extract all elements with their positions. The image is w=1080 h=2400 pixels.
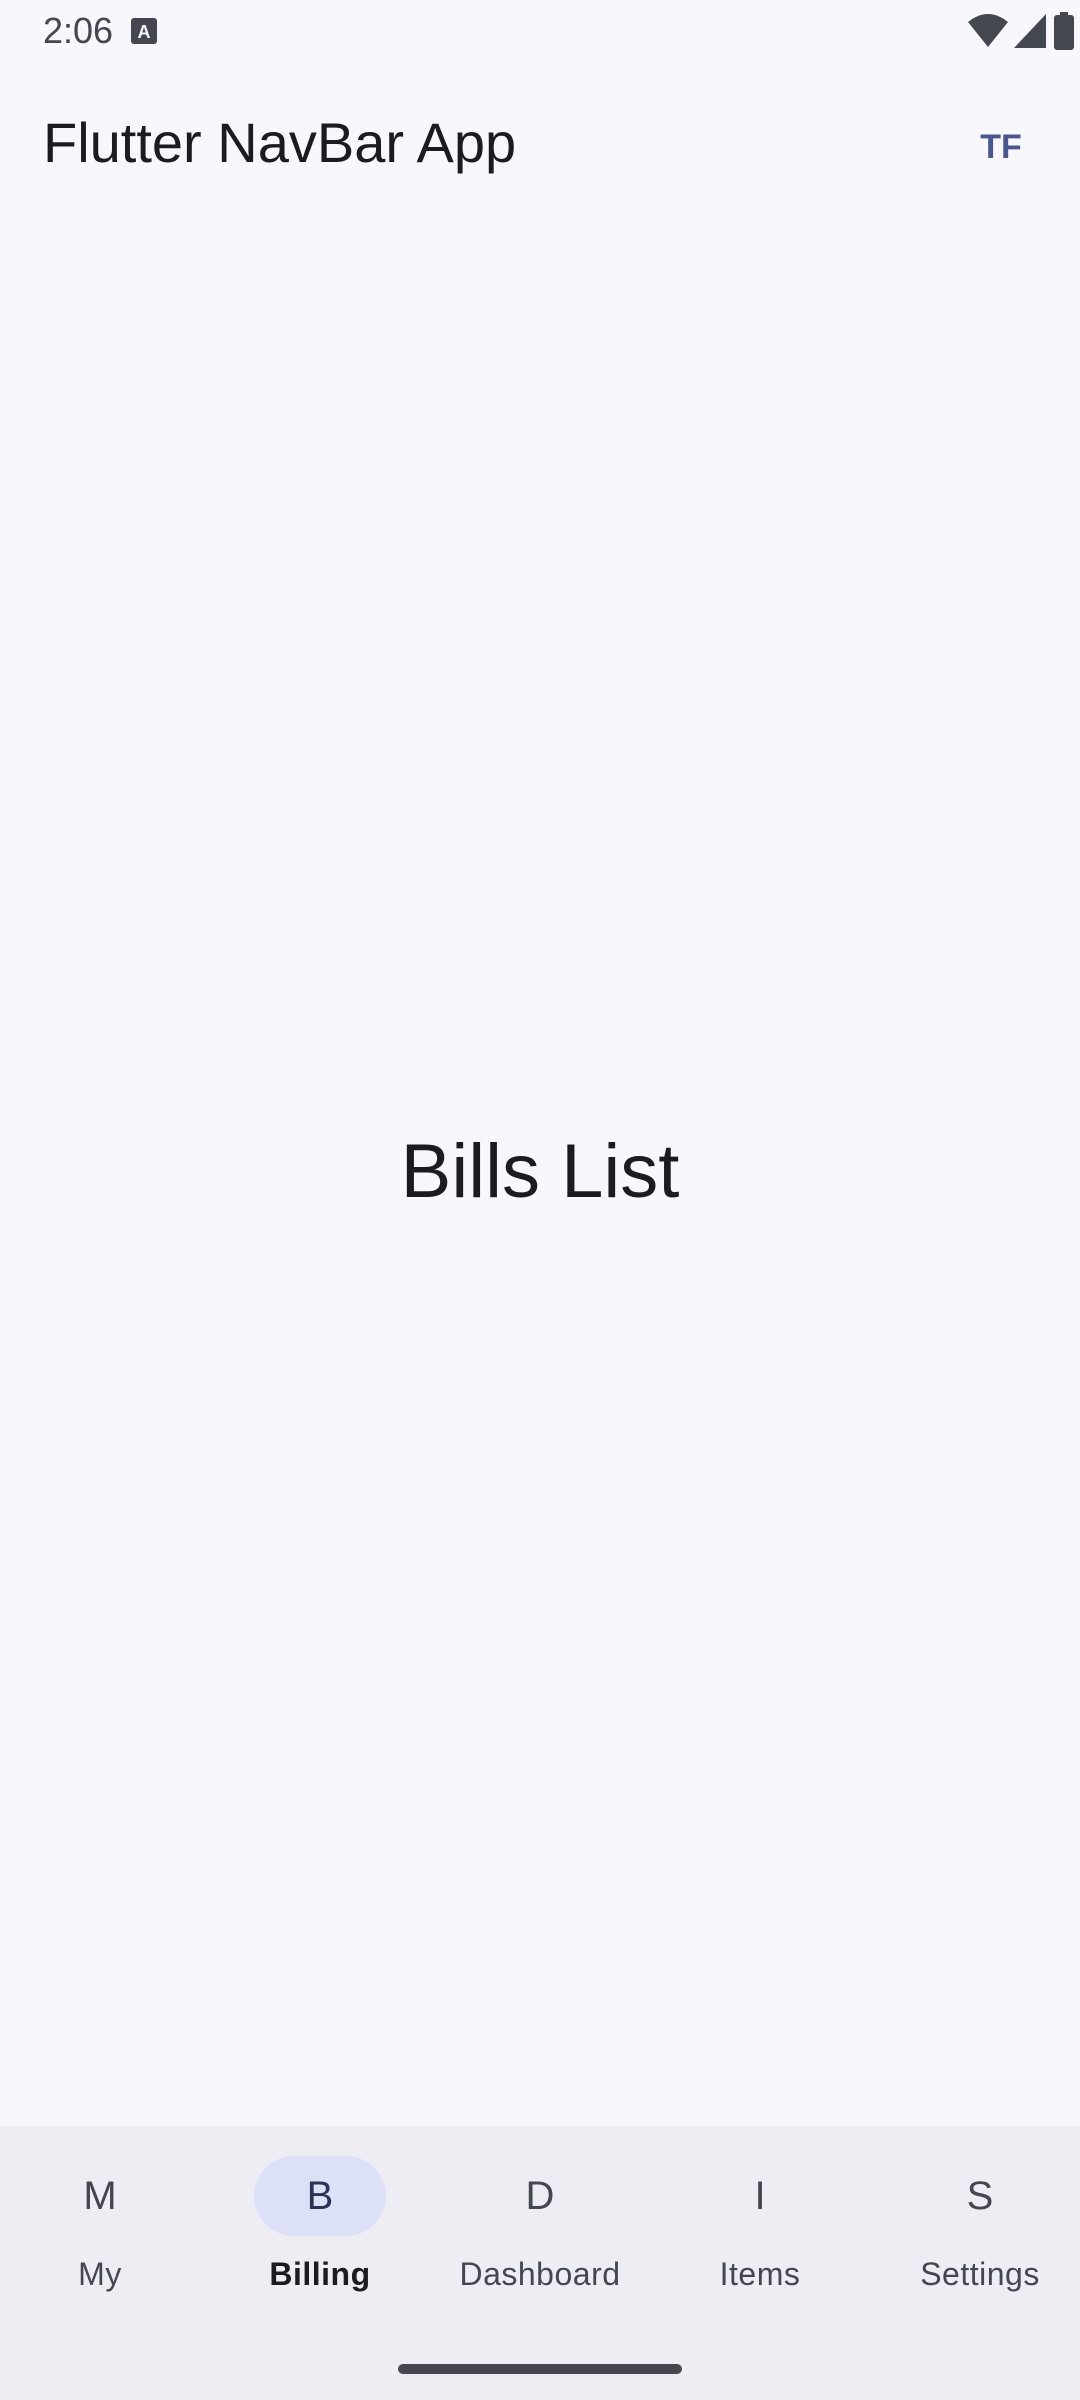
nav-item-items[interactable]: I Items [660,2156,860,2326]
wifi-icon [968,14,1008,47]
nav-item-icon: B [306,2174,334,2218]
app-bar: Flutter NavBar App TF [0,64,1080,232]
nav-item-label: Dashboard [459,2256,621,2292]
signal-icon [1014,14,1046,48]
app-title: Flutter NavBar App [43,111,517,174]
nav-item-dashboard[interactable]: D Dashboard [440,2156,640,2326]
status-icons [880,12,1080,52]
bottom-navigation-bar: M My B Billing D Dashboard I Items S Set… [0,2126,1080,2400]
nav-item-icon: D [525,2174,555,2218]
status-time: 2:06 [43,10,114,51]
nav-item-icon: S [966,2174,994,2218]
status-bar: 2:06 A [0,0,1080,64]
nav-item-label: Billing [269,2256,371,2292]
profile-action-button[interactable]: TF [958,104,1044,190]
nav-item-billing[interactable]: B Billing [220,2156,420,2326]
nav-item-label: My [78,2256,122,2292]
svg-text:A: A [138,22,151,42]
nav-item-label: Items [719,2256,801,2292]
nav-item-icon: I [754,2174,766,2218]
keyboard-a-icon: A [131,18,157,44]
battery-icon [1054,12,1074,50]
nav-item-settings[interactable]: S Settings [880,2156,1080,2326]
nav-item-label: Settings [920,2256,1040,2292]
home-indicator[interactable] [398,2364,682,2374]
nav-item-my[interactable]: M My [0,2156,200,2326]
page-content-title: Bills List [400,1129,680,1214]
nav-item-icon: M [83,2174,117,2218]
